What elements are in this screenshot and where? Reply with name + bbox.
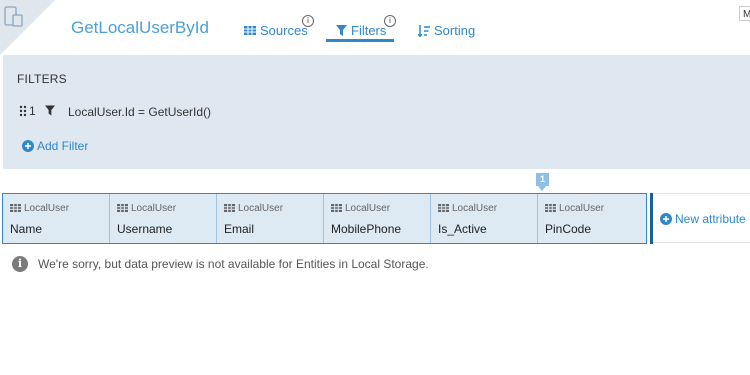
filter-funnel-icon [45, 105, 55, 116]
tab-sources-label: Sources [260, 23, 308, 39]
column-header[interactable]: LocalUser Is_Active [431, 194, 538, 243]
column-header[interactable]: LocalUser PinCode [538, 194, 646, 243]
column-source: LocalUser [438, 203, 497, 214]
entity-icon [331, 204, 342, 212]
plus-circle-icon [660, 213, 672, 225]
column-source-label: LocalUser [238, 203, 284, 214]
tab-sorting-label: Sorting [434, 23, 476, 39]
entity-icon [438, 204, 449, 212]
new-attribute-label: New attribute [675, 212, 746, 226]
filter-index: 1 [29, 104, 36, 118]
column-header[interactable]: LocalUser Email [217, 194, 324, 243]
preview-table-header: LocalUser Name LocalUser Username LocalU… [2, 193, 647, 244]
sources-info-icon[interactable]: i [302, 15, 314, 27]
right-panel-label[interactable]: M [739, 6, 750, 21]
column-source-label: LocalUser [131, 203, 177, 214]
device-icon[interactable] [4, 6, 24, 28]
editor-header: GetLocalUserById Sources i Filters i Sor… [0, 0, 750, 55]
tab-sources[interactable]: Sources [244, 22, 308, 38]
filters-panel: FILTERS 1 LocalUser.Id = GetUserId() Add… [3, 55, 750, 169]
column-header[interactable]: LocalUser Name [3, 194, 110, 243]
column-name: Name [10, 222, 43, 236]
entity-icon [224, 204, 235, 212]
column-name: MobilePhone [331, 222, 402, 236]
page-title: GetLocalUserById [71, 18, 209, 37]
notice-text: We're sorry, but data preview is not ava… [38, 257, 429, 271]
column-name: Email [224, 222, 255, 236]
plus-circle-icon [22, 140, 34, 152]
column-source-label: LocalUser [24, 203, 70, 214]
tab-filters[interactable]: Filters [336, 22, 386, 38]
filter-expression[interactable]: LocalUser.Id = GetUserId() [68, 105, 211, 119]
column-source: LocalUser [331, 203, 390, 214]
active-tab-indicator [326, 39, 394, 42]
column-source: LocalUser [545, 203, 604, 214]
entity-icon [10, 204, 21, 212]
column-name: PinCode [545, 222, 592, 236]
column-header[interactable]: LocalUser MobilePhone [324, 194, 431, 243]
add-filter-label: Add Filter [37, 139, 89, 153]
column-source-label: LocalUser [345, 203, 391, 214]
drag-handle-icon[interactable] [19, 105, 27, 117]
divider [653, 193, 750, 194]
add-filter-button[interactable]: Add Filter [22, 139, 88, 153]
sort-icon [418, 24, 430, 37]
column-name: Is_Active [438, 222, 487, 236]
entity-icon [117, 204, 128, 212]
table-icon [244, 26, 256, 36]
column-source: LocalUser [224, 203, 283, 214]
entity-icon [545, 204, 556, 212]
column-marker[interactable]: 1 [536, 173, 549, 186]
column-source: LocalUser [117, 203, 176, 214]
tab-sorting[interactable]: Sorting [418, 22, 475, 38]
column-source: LocalUser [10, 203, 69, 214]
funnel-icon [336, 25, 347, 37]
tab-filters-label: Filters [351, 23, 387, 39]
filters-info-icon[interactable]: i [384, 15, 396, 27]
info-icon: i [12, 256, 28, 272]
insert-position-indicator [650, 193, 653, 244]
column-name: Username [117, 222, 173, 236]
divider [653, 242, 750, 243]
column-marker-tip [538, 186, 546, 191]
column-source-label: LocalUser [559, 203, 605, 214]
filters-heading: FILTERS [17, 72, 67, 86]
column-header[interactable]: LocalUser Username [110, 194, 217, 243]
new-attribute-button[interactable]: New attribute [660, 212, 746, 226]
column-source-label: LocalUser [452, 203, 498, 214]
